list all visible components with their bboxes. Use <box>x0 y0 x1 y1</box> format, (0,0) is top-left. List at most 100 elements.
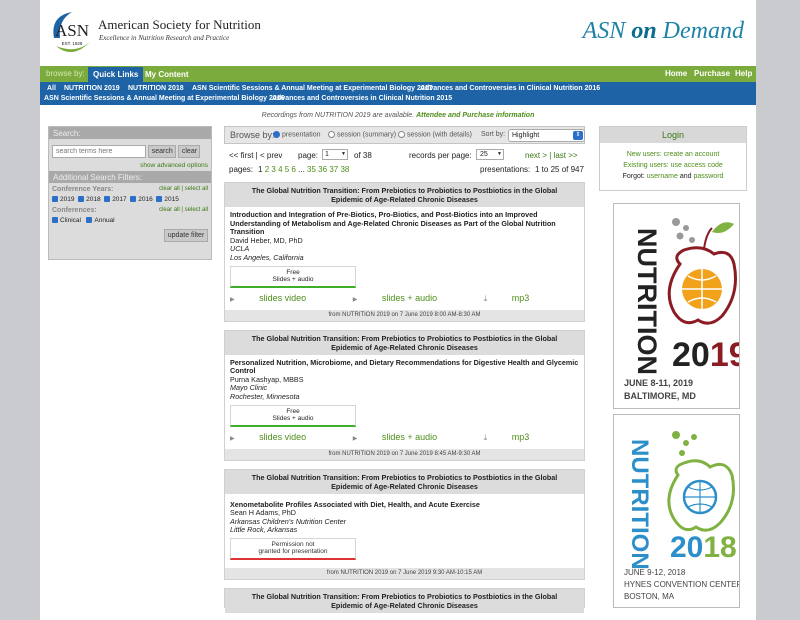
checkbox-icon[interactable] <box>52 217 58 224</box>
slides-video-link[interactable]: ▶ slides video <box>230 432 328 442</box>
slides-video-link[interactable]: ▶ slides video <box>230 293 328 303</box>
checkbox-icon[interactable] <box>104 196 111 203</box>
page-link-2[interactable]: 2 <box>265 165 269 174</box>
year-2016-checkbox[interactable]: 2016 <box>130 196 153 203</box>
home-link[interactable]: Home <box>665 69 687 78</box>
quick-link-nutrition-2019[interactable]: NUTRITION 2019 <box>64 85 120 92</box>
first-prev-link[interactable]: << first | < prev <box>229 151 282 160</box>
slides-audio-link[interactable]: ▶ slides + audio <box>353 432 459 442</box>
access-badge: Free Slides + audio <box>230 404 356 427</box>
page-link-35[interactable]: 35 <box>307 165 316 174</box>
card-footer: from NUTRITION 2019 on 7 June 2019 8:00 … <box>225 309 584 321</box>
forgot-password-link[interactable]: password <box>693 173 723 180</box>
radio-icon[interactable] <box>398 131 405 138</box>
slides-audio-link[interactable]: ▶ slides + audio <box>353 293 459 303</box>
attendee-purchase-link[interactable]: Attendee and Purchase information <box>416 112 534 119</box>
checkbox-icon[interactable] <box>78 196 85 203</box>
ad-year-a: 20 <box>670 531 703 564</box>
quick-link-clinical-2015[interactable]: Advances and Controversies in Clinical N… <box>272 95 452 102</box>
tab-my-content[interactable]: My Content <box>140 67 194 82</box>
chevron-down-icon[interactable]: ▼ <box>341 150 346 159</box>
access-code-link[interactable]: Existing users: use access code <box>623 162 723 169</box>
checkbox-icon[interactable] <box>130 196 137 203</box>
ad-year-b: 18 <box>703 531 736 564</box>
browse-by-bar: Browse by: presentation session (summary… <box>224 126 585 144</box>
ad-place: BOSTON, MA <box>624 592 675 601</box>
page-link-5[interactable]: 5 <box>285 165 289 174</box>
page-link-38[interactable]: 38 <box>340 165 349 174</box>
year-2019-checkbox[interactable]: 2019 <box>52 196 74 203</box>
records-per-page-select[interactable]: 25 ▼ <box>476 149 504 160</box>
browse-session-summary-radio[interactable]: session (summary) <box>328 131 396 138</box>
advanced-options-link[interactable]: show advanced options <box>49 161 211 171</box>
forgot-username-link[interactable]: username <box>647 173 678 180</box>
checkbox-icon[interactable] <box>156 196 163 203</box>
next-last-link[interactable]: next > | last >> <box>525 151 578 160</box>
year-2017-checkbox[interactable]: 2017 <box>104 196 127 203</box>
clear-button[interactable]: clear <box>178 145 201 158</box>
chevron-down-icon[interactable]: ▼ <box>497 150 502 159</box>
results-column: Browse by: presentation session (summary… <box>224 126 585 620</box>
page-ellipsis: ... <box>298 165 305 174</box>
ad-year-a: 20 <box>672 336 710 374</box>
nutrition-2019-ad[interactable]: NUTRITION 2019 JUNE 8-11, 2019 BALTIMORE… <box>613 203 740 409</box>
ad-nutrition-word: NUTRITION <box>626 439 653 570</box>
login-title[interactable]: Login <box>600 127 746 143</box>
checkbox-icon[interactable] <box>52 196 58 203</box>
tab-quick-links[interactable]: Quick Links <box>88 67 144 82</box>
conf-annual-checkbox[interactable]: Annual <box>86 217 115 224</box>
conf-clinical-checkbox[interactable]: Clinical <box>52 217 81 224</box>
page-select[interactable]: 1 ▼ <box>322 149 348 160</box>
conf-clear-select[interactable]: clear all | select all <box>159 207 208 213</box>
radio-selected-icon[interactable] <box>273 131 280 138</box>
year-2015-checkbox[interactable]: 2015 <box>156 196 179 203</box>
permission-badge: Permission not granted for presentation <box>230 537 356 560</box>
page-link-36[interactable]: 36 <box>318 165 327 174</box>
purchase-link[interactable]: Purchase <box>694 69 730 78</box>
session-title[interactable]: The Global Nutrition Transition: From Pr… <box>225 588 584 613</box>
nutrition-2018-ad[interactable]: NUTRITION 2018 JUNE 9-12, 2018 HYNES CON… <box>613 414 740 608</box>
create-account-link[interactable]: New users: create an account <box>627 151 720 158</box>
quick-link-nutrition-2018[interactable]: NUTRITION 2018 <box>128 85 184 92</box>
mp3-link[interactable]: ⤓ mp3 <box>484 293 552 303</box>
asn-logo[interactable]: ASN EST. 1928 <box>50 8 94 58</box>
checkbox-icon[interactable] <box>86 217 93 224</box>
quick-link-eb-2017[interactable]: ASN Scientific Sessions & Annual Meeting… <box>192 85 433 92</box>
page-link-4[interactable]: 4 <box>278 165 282 174</box>
login-box: Login New users: create an account Exist… <box>599 126 747 191</box>
presentation-title[interactable]: Introduction and Integration of Pre-Biot… <box>230 210 579 237</box>
nutrition-2018-graphic: NUTRITION 2018 JUNE 9-12, 2018 HYNES CON… <box>624 431 739 601</box>
help-link[interactable]: Help <box>735 69 752 78</box>
page-link-1[interactable]: 1 <box>258 165 262 174</box>
session-title[interactable]: The Global Nutrition Transition: From Pr… <box>225 469 584 494</box>
ad-year-b: 19 <box>710 336 740 374</box>
browse-by-label: browse by: <box>46 69 85 78</box>
update-filter-button[interactable]: update filter <box>164 229 208 242</box>
sort-select[interactable]: Highlight ⇕ <box>508 129 585 142</box>
speaker-location: Los Angeles, California <box>230 252 304 262</box>
quick-link-eb-2016[interactable]: ASN Scientific Sessions & Annual Meeting… <box>44 95 285 102</box>
page-count: of 38 <box>354 151 372 160</box>
asn-on-demand-brand[interactable]: ASN on Demand <box>583 18 744 45</box>
radio-icon[interactable] <box>328 131 335 138</box>
forgot-label: Forgot: <box>622 173 645 180</box>
chevron-down-icon[interactable]: ⇕ <box>573 131 583 140</box>
year-2018-checkbox[interactable]: 2018 <box>78 196 101 203</box>
search-input[interactable] <box>52 145 146 158</box>
quick-link-clinical-2016[interactable]: Advances and Controversies in Clinical N… <box>420 85 600 92</box>
quick-link-all[interactable]: All <box>47 85 56 92</box>
page-link-6[interactable]: 6 <box>291 165 295 174</box>
sidebar-right: Login New users: create an account Exist… <box>599 126 747 608</box>
search-button[interactable]: search <box>148 145 177 158</box>
mp3-link[interactable]: ⤓ mp3 <box>484 432 552 442</box>
years-clear-select[interactable]: clear all | select all <box>159 186 208 192</box>
session-title[interactable]: The Global Nutrition Transition: From Pr… <box>225 330 584 355</box>
session-title[interactable]: The Global Nutrition Transition: From Pr… <box>225 183 584 207</box>
page-link-37[interactable]: 37 <box>329 165 338 174</box>
presentation-card: The Global Nutrition Transition: From Pr… <box>224 182 585 322</box>
browse-presentation-radio[interactable]: presentation <box>273 131 320 138</box>
page-link-3[interactable]: 3 <box>271 165 275 174</box>
browse-session-details-radio[interactable]: session (with details) <box>398 131 472 138</box>
presentation-title[interactable]: Personalized Nutrition, Microbiome, and … <box>230 358 579 376</box>
speaker-name: Purna Kashyap, MBBS <box>230 374 304 384</box>
